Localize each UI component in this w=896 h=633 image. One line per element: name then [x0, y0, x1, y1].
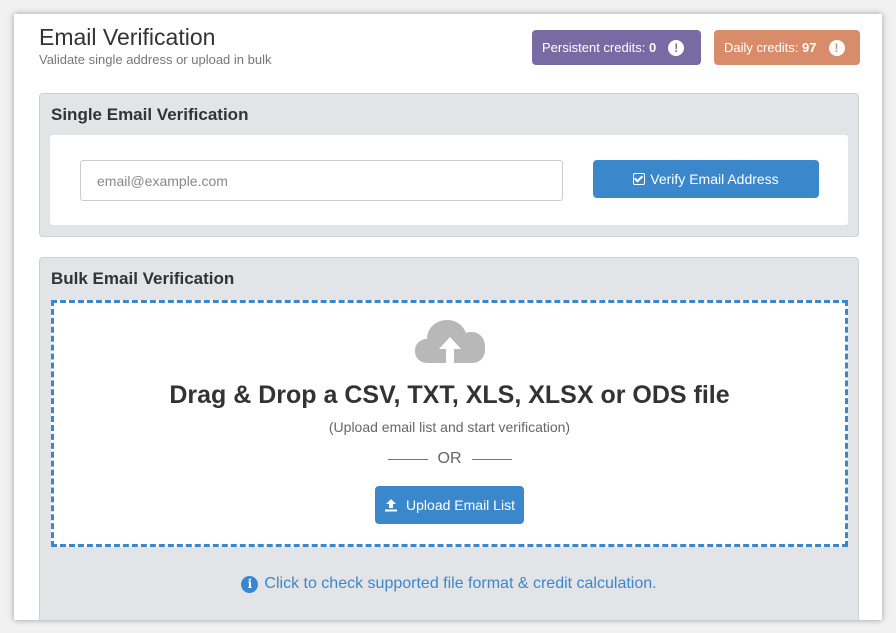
- upload-email-list-label: Upload Email List: [406, 497, 515, 513]
- bulk-verification-title: Bulk Email Verification: [51, 269, 235, 288]
- daily-credits-badge[interactable]: Daily credits: 97 !: [714, 30, 860, 65]
- persistent-credits-text: Persistent credits: 0: [542, 30, 656, 65]
- or-text: OR: [437, 450, 462, 467]
- supported-format-link[interactable]: i Click to check supported file format &…: [40, 575, 858, 593]
- page-header: Email Verification Validate single addre…: [39, 24, 271, 67]
- daily-credits-value: 97: [802, 40, 817, 55]
- email-verification-window: Email Verification Validate single addre…: [14, 14, 882, 620]
- persistent-credits-badge[interactable]: Persistent credits: 0 !: [532, 30, 701, 65]
- persistent-credits-label: Persistent credits:: [542, 40, 646, 55]
- or-line-right: [471, 458, 512, 460]
- page-subtitle: Validate single address or upload in bul…: [39, 52, 272, 67]
- single-verification-body: Verify Email Address: [50, 135, 848, 225]
- exclamation-circle-icon[interactable]: !: [828, 39, 845, 56]
- verify-email-button[interactable]: Verify Email Address: [593, 160, 819, 198]
- bulk-verification-panel: Bulk Email Verification Drag & Drop a CS…: [39, 257, 859, 620]
- upload-email-list-button[interactable]: Upload Email List: [375, 486, 524, 524]
- single-verification-title: Single Email Verification: [51, 105, 249, 124]
- persistent-credits-value: 0: [648, 40, 657, 55]
- check-square-icon: [633, 173, 646, 185]
- info-circle-icon: i: [241, 575, 259, 593]
- page-title: Email Verification: [39, 24, 216, 50]
- daily-credits-label: Daily credits:: [724, 40, 799, 55]
- email-input[interactable]: [80, 160, 563, 201]
- or-line-left: [387, 458, 428, 460]
- verify-email-label: Verify Email Address: [650, 171, 779, 187]
- exclamation-circle-icon[interactable]: !: [668, 39, 685, 56]
- dropzone-title: Drag & Drop a CSV, TXT, XLS, XLSX or ODS…: [169, 381, 730, 409]
- daily-credits-text: Daily credits: 97: [724, 30, 817, 65]
- single-verification-panel: Single Email Verification Verify Email A…: [39, 93, 859, 237]
- file-dropzone[interactable]: Drag & Drop a CSV, TXT, XLS, XLSX or ODS…: [51, 300, 848, 547]
- or-divider: OR: [54, 450, 845, 468]
- supported-format-text: Click to check supported file format & c…: [264, 575, 657, 592]
- cloud-upload-icon: [415, 320, 485, 363]
- dropzone-subtitle: (Upload email list and start verificatio…: [328, 419, 571, 435]
- upload-icon: [385, 499, 398, 512]
